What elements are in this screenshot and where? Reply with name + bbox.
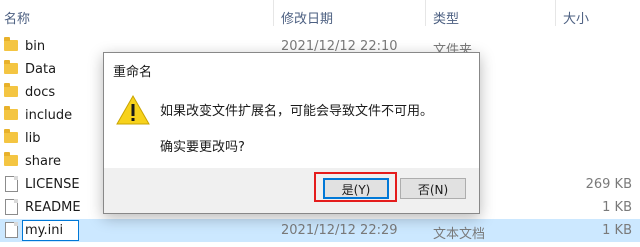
dialog-message: 如果改变文件扩展名，可能会导致文件不可用。 <box>160 104 434 119</box>
sort-up-icon: ⌃ <box>128 0 137 6</box>
folder-icon <box>4 106 18 120</box>
file-name: include <box>25 108 73 123</box>
file-name: Data <box>25 62 57 77</box>
dialog-titlebar[interactable]: 重命名 <box>104 53 479 83</box>
text-file-icon <box>5 222 18 238</box>
column-header-type[interactable]: 类型 <box>433 8 459 27</box>
dialog-question: 确实要更改吗? <box>160 140 245 155</box>
column-header-name[interactable]: 名称 <box>4 8 30 27</box>
rename-dialog: 重命名 如果改变文件扩展名，可能会导致文件不可用。 确实要更改吗? 是(Y) 否… <box>103 52 480 214</box>
file-name: bin <box>25 39 46 54</box>
dialog-title: 重命名 <box>113 65 153 80</box>
file-icon <box>5 199 18 215</box>
file-name: README <box>25 200 81 215</box>
folder-icon <box>4 60 18 74</box>
folder-icon <box>4 129 18 143</box>
file-name: docs <box>25 85 56 100</box>
column-divider[interactable] <box>425 0 426 26</box>
folder-icon <box>4 83 18 97</box>
file-size: 1 KB <box>602 223 632 238</box>
column-header-size[interactable]: 大小 <box>563 8 589 27</box>
file-name: lib <box>25 131 41 146</box>
rename-input[interactable]: my.ini <box>22 220 79 241</box>
column-header-bar: ⌃ 名称 修改日期 类型 大小 <box>0 0 640 30</box>
list-item-selected[interactable]: my.ini 2021/12/12 22:29 文本文档 1 KB <box>0 219 640 242</box>
column-divider[interactable] <box>555 0 556 26</box>
folder-icon <box>4 152 18 166</box>
file-name: share <box>25 154 62 169</box>
dialog-content: 如果改变文件扩展名，可能会导致文件不可用。 确实要更改吗? <box>104 83 479 168</box>
no-button[interactable]: 否(N) <box>400 178 466 199</box>
file-icon <box>5 176 18 192</box>
warning-icon <box>116 95 150 125</box>
file-name: LICENSE <box>25 177 80 192</box>
file-size: 269 KB <box>585 177 632 192</box>
yes-button-highlight <box>314 172 397 202</box>
column-header-date[interactable]: 修改日期 <box>281 8 333 27</box>
folder-icon <box>4 37 18 51</box>
rename-input-value: my.ini <box>25 223 64 238</box>
file-size: 1 KB <box>602 200 632 215</box>
column-divider[interactable] <box>273 0 274 26</box>
file-type: 文本文档 <box>433 227 486 242</box>
file-date: 2021/12/12 22:29 <box>281 223 398 238</box>
